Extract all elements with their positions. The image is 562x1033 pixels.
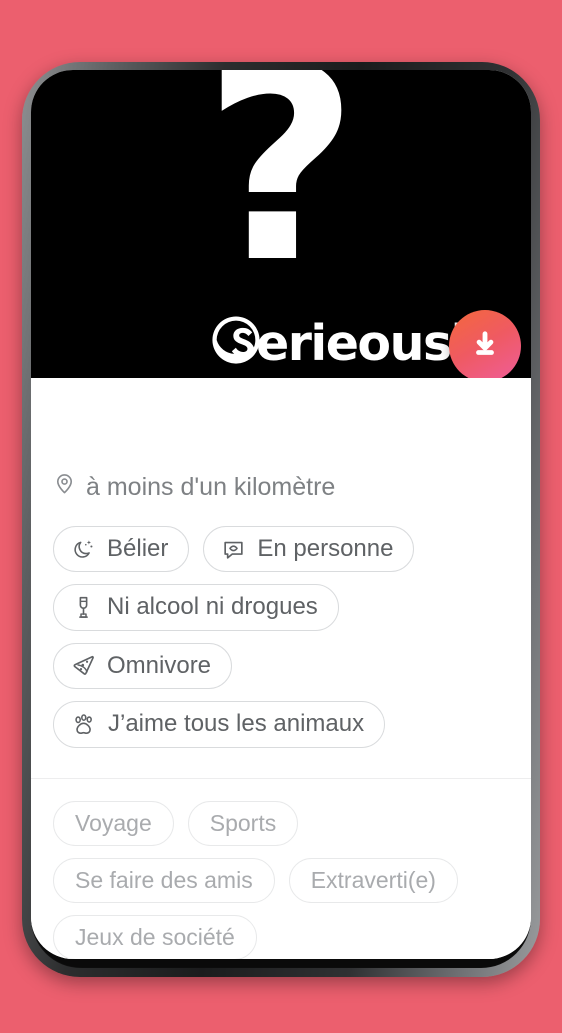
interest-tag-label: Sports (209, 809, 277, 836)
location-pin-icon (53, 472, 76, 502)
serieously-s-logo-icon (210, 314, 262, 366)
attribute-chip-list: Bélier En personne Ni alcool ni drogues … (53, 506, 509, 778)
attribute-chip-label: Omnivore (107, 651, 212, 679)
attribute-chip-label: J’aime tous les animaux (108, 710, 365, 738)
interest-tag[interactable]: Extraverti(e) (288, 857, 458, 904)
wine-glass-icon (71, 595, 96, 620)
phone-frame: ? erieously. à moins d'un kilomètre Béli… (22, 62, 540, 977)
phone-screen: ? erieously. à moins d'un kilomètre Béli… (31, 70, 531, 959)
attribute-chip-meeting-style[interactable]: En personne (203, 526, 415, 573)
interest-tag[interactable]: Jeux de société (53, 915, 257, 959)
interest-tag[interactable]: Se faire des amis (53, 857, 275, 904)
attribute-chip-label: Ni alcool ni drogues (107, 593, 318, 621)
attribute-chip-label: Bélier (107, 535, 169, 562)
attribute-chip-diet[interactable]: Omnivore (53, 642, 233, 690)
moon-stars-icon (71, 537, 96, 562)
pizza-slice-icon (71, 653, 96, 678)
download-button[interactable] (449, 310, 521, 378)
attribute-chip-label: En personne (257, 535, 394, 562)
paw-print-icon (71, 711, 97, 737)
interest-tag-list: Voyage Sports Se faire des amis Extraver… (53, 779, 509, 959)
profile-details: à moins d'un kilomètre Bélier En personn… (31, 378, 531, 959)
banner: ? erieously. (31, 70, 531, 378)
interest-tag[interactable]: Sports (187, 800, 299, 846)
interest-tag-label: Voyage (75, 809, 152, 836)
interest-tag[interactable]: Voyage (53, 800, 174, 846)
question-mark-graphic: ? (203, 70, 359, 322)
attribute-chip-substances[interactable]: Ni alcool ni drogues (53, 584, 339, 631)
attribute-chip-zodiac[interactable]: Bélier (53, 526, 190, 573)
location-row: à moins d'un kilomètre (53, 378, 509, 506)
speech-bubble-icon (221, 537, 246, 562)
attribute-chip-pets[interactable]: J’aime tous les animaux (53, 701, 386, 748)
interest-tag-label: Jeux de société (75, 924, 235, 951)
interest-tag-label: Extraverti(e) (310, 866, 436, 893)
download-arrow-icon (468, 329, 502, 363)
location-label: à moins d'un kilomètre (86, 472, 336, 501)
interest-tag-label: Se faire des amis (75, 866, 253, 893)
